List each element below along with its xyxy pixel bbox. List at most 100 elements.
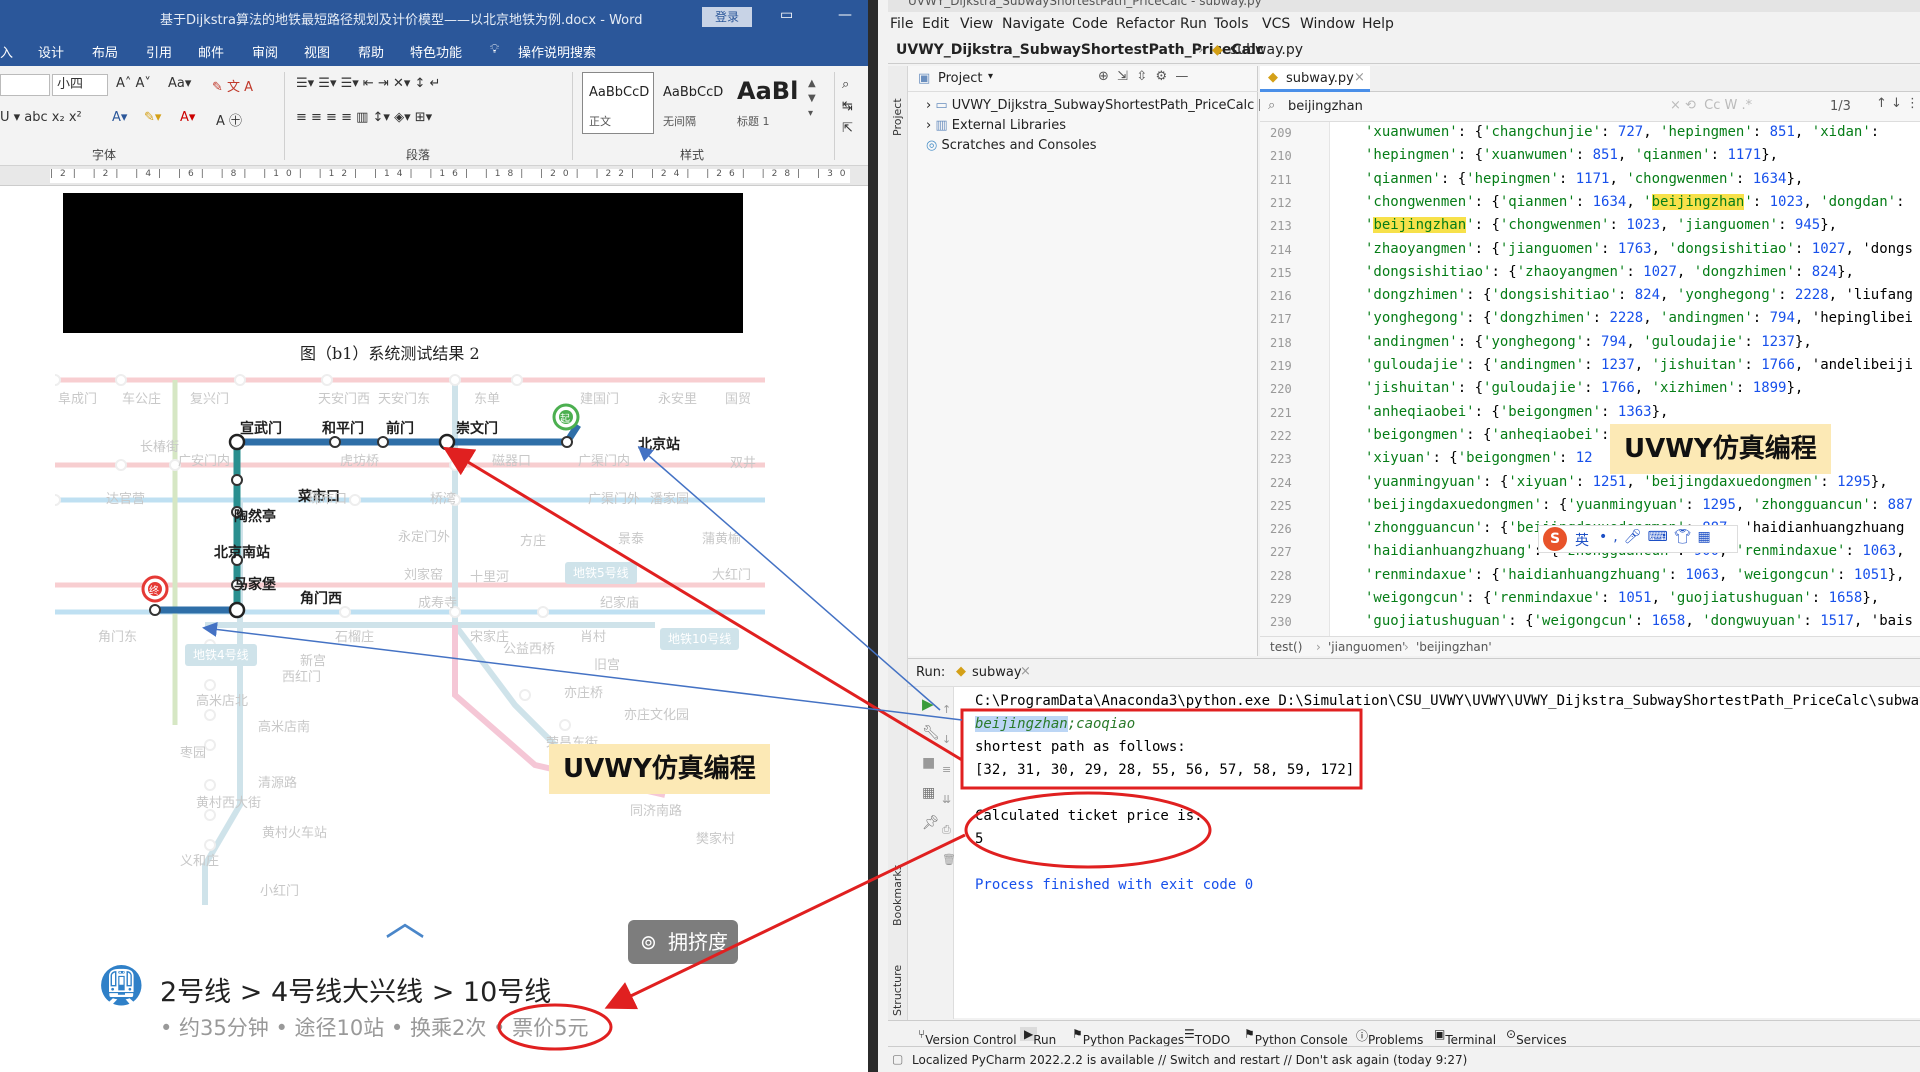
tab-terminal[interactable]: ▣ Terminal [1434, 1027, 1496, 1047]
tab-help[interactable]: 帮助 [358, 42, 384, 61]
tree-item-libraries[interactable]: › ▥ External Libraries [926, 118, 1066, 133]
find-nav-arrows[interactable]: ↑ ↓ ⋮ [1876, 96, 1919, 111]
chevron-down-icon[interactable]: ▾ [988, 71, 993, 82]
project-view-select[interactable]: Project [938, 71, 982, 86]
panel-toolbar-icons[interactable]: ⊕ ⇲ ⇳ ⚙ — [1098, 69, 1188, 84]
station-label[interactable]: 肖村 [580, 626, 606, 645]
code-line[interactable]: 'renmindaxue': {'haidianhuangzhuang': 10… [1365, 567, 1904, 583]
tab-mailings[interactable]: 邮件 [198, 42, 224, 61]
station-label[interactable]: 车公庄 [122, 388, 161, 407]
breadcrumb-item[interactable]: test() [1270, 640, 1302, 654]
font-size-select[interactable]: 小四 [52, 74, 108, 96]
menu-code[interactable]: Code [1072, 16, 1108, 32]
clear-format-icon[interactable]: ✎ 文 A [212, 76, 253, 95]
layout-toggle-icon[interactable]: ▢ [892, 1052, 903, 1066]
tab-view[interactable]: 视图 [304, 42, 330, 61]
tab-layout[interactable]: 布局 [92, 42, 118, 61]
code-line[interactable]: 'dongzhimen': {'dongsishitiao': 824, 'yo… [1365, 287, 1913, 303]
ime-tool-icons[interactable]: •,🎤︎⌨︎👕︎▦ [1599, 529, 1717, 545]
station-label[interactable]: 桥湾 [430, 488, 456, 507]
station-label[interactable]: 前门 [386, 418, 414, 438]
tab-python-packages[interactable]: ⚑ Python Packages [1072, 1027, 1184, 1047]
font-color-icon[interactable]: A▾ [180, 110, 195, 125]
tree-item-scratches[interactable]: ◎ Scratches and Consoles [926, 138, 1097, 153]
tab-references[interactable]: 引用 [146, 42, 172, 61]
ribbon-display-icon[interactable]: ▭ [780, 7, 793, 23]
station-label[interactable]: 公益西桥 [503, 638, 555, 657]
run-tab[interactable]: subway [972, 665, 1022, 680]
tab-run[interactable]: ▶ Run [1020, 1027, 1056, 1047]
station-label[interactable]: 成寿寺 [418, 592, 457, 611]
font-name-select[interactable] [0, 74, 50, 96]
code-line[interactable]: 'guloudajie': {'andingmen': 1237, 'jishu… [1365, 357, 1913, 373]
menu-help[interactable]: Help [1362, 16, 1394, 32]
station-label[interactable]: 磁器口 [492, 450, 531, 469]
station-label[interactable]: 双井 [730, 452, 756, 471]
station-label[interactable]: 永定门外 [398, 526, 450, 545]
station-label[interactable]: 同济南路 [630, 800, 682, 819]
char-shading-icon[interactable]: A ㊉ [216, 110, 242, 129]
tab-design[interactable]: 设计 [38, 42, 64, 61]
grow-font-icon[interactable]: A˄ A˅ [116, 76, 151, 91]
station-label[interactable]: 清源路 [258, 772, 297, 791]
bullets-icon[interactable]: ☰▾ ☰▾ ☰▾ ⇤ ⇥ ✕▾ ↕ ↵ [296, 76, 440, 91]
find-input[interactable]: beijingzhan [1288, 99, 1363, 114]
station-label[interactable]: 亦庄桥 [564, 682, 603, 701]
tab-review[interactable]: 审阅 [252, 42, 278, 61]
station-label[interactable]: 纪家庙 [600, 592, 639, 611]
minimize-icon[interactable]: — [838, 7, 852, 23]
station-label[interactable]: 亦庄文化园 [624, 704, 689, 723]
tab-services[interactable]: ⊙ Services [1506, 1027, 1567, 1047]
tab-insert[interactable]: 入 [0, 42, 13, 61]
station-label[interactable]: 复兴门 [190, 388, 229, 407]
update-notice[interactable]: Localized PyCharm 2022.2.2 is available … [912, 1053, 1467, 1067]
station-label[interactable]: 蒲黄榆 [702, 528, 741, 547]
station-label[interactable]: 潘家园 [650, 488, 689, 507]
station-label[interactable]: 角门西 [300, 588, 342, 608]
station-label[interactable]: 高米店南 [258, 716, 310, 735]
station-label[interactable]: 和平门 [322, 418, 364, 438]
station-label[interactable]: 义和庄 [180, 850, 219, 869]
station-label[interactable]: 宣武门 [240, 418, 282, 438]
station-label[interactable]: 角门东 [98, 626, 137, 645]
code-line[interactable]: 'hepingmen': {'xuanwumen': 851, 'qianmen… [1365, 147, 1778, 163]
tab-version-control[interactable]: ⑂ Version Control [918, 1027, 1017, 1047]
code-editor[interactable]: ◆ subway.py × ⌕ beijingzhan × ⟲ Cc W .* … [1260, 66, 1920, 656]
style-no-spacing[interactable]: AaBbCcD 无间隔 [656, 72, 728, 134]
station-label[interactable]: 广渠门内 [578, 450, 630, 469]
breadcrumb-item[interactable]: 'beijingzhan' [1416, 640, 1492, 654]
station-label[interactable]: 天安门东 [378, 388, 430, 407]
project-tool-button[interactable]: Project [891, 98, 904, 136]
lightbulb-icon[interactable]: 💡︎ [490, 42, 499, 57]
code-line[interactable]: 'guojiatushuguan': {'weigongcun': 1658, … [1365, 613, 1913, 629]
station-label[interactable]: 西红门 [282, 666, 321, 685]
tab-problems[interactable]: ⓘ Problems [1356, 1027, 1423, 1047]
station-label[interactable]: 虎坊桥 [340, 450, 379, 469]
nav-file[interactable]: subway.py [1230, 42, 1303, 58]
wrench-icon[interactable]: 🔧︎ [922, 725, 940, 741]
code-line[interactable]: 'yonghegong': {'dongzhimen': 2228, 'andi… [1365, 310, 1913, 326]
menu-run[interactable]: Run [1180, 16, 1207, 32]
menu-refactor[interactable]: Refactor [1116, 16, 1175, 32]
scroll-icons[interactable]: ↑ ↓ ≡ ⇊ ⎙ 🗑︎ [942, 695, 956, 875]
change-case-icon[interactable]: Aa▾ [168, 76, 191, 91]
code-line[interactable]: 'qianmen': {'hepingmen': 1171, 'chongwen… [1365, 171, 1803, 187]
station-label[interactable]: 陶然亭 [234, 506, 276, 526]
station-label[interactable]: 达官营 [106, 488, 145, 507]
nav-project[interactable]: UVWY_Dijkstra_SubwayShortestPath_PriceCa… [896, 42, 1264, 58]
station-label[interactable]: 黄村火车站 [262, 822, 327, 841]
code-line[interactable]: 'xiyuan': {'beigongmen': 12 [1365, 450, 1593, 466]
station-label[interactable]: 小红门 [260, 880, 299, 899]
station-label[interactable]: 国贸 [725, 388, 751, 407]
station-label[interactable]: 石榴庄 [335, 626, 374, 645]
station-label[interactable]: 崇文门 [456, 418, 498, 438]
tab-todo[interactable]: ☰ TODO [1184, 1027, 1230, 1047]
find-options-icons[interactable]: × ⟲ Cc W .* [1670, 98, 1752, 113]
menu-file[interactable]: File [890, 16, 913, 32]
close-icon[interactable]: × [1020, 664, 1031, 679]
editor-tab[interactable]: ◆ subway.py × [1260, 66, 1370, 92]
code-line[interactable]: 'dongsishitiao': {'zhaoyangmen': 1027, '… [1365, 264, 1854, 280]
tell-me-search[interactable]: 操作说明搜索 [518, 42, 596, 61]
align-icons[interactable]: ≡ ≡ ≡ ≡ ▥ ↕▾ ◈▾ ⊞▾ [296, 110, 432, 125]
station-label[interactable]: 东单 [474, 388, 500, 407]
